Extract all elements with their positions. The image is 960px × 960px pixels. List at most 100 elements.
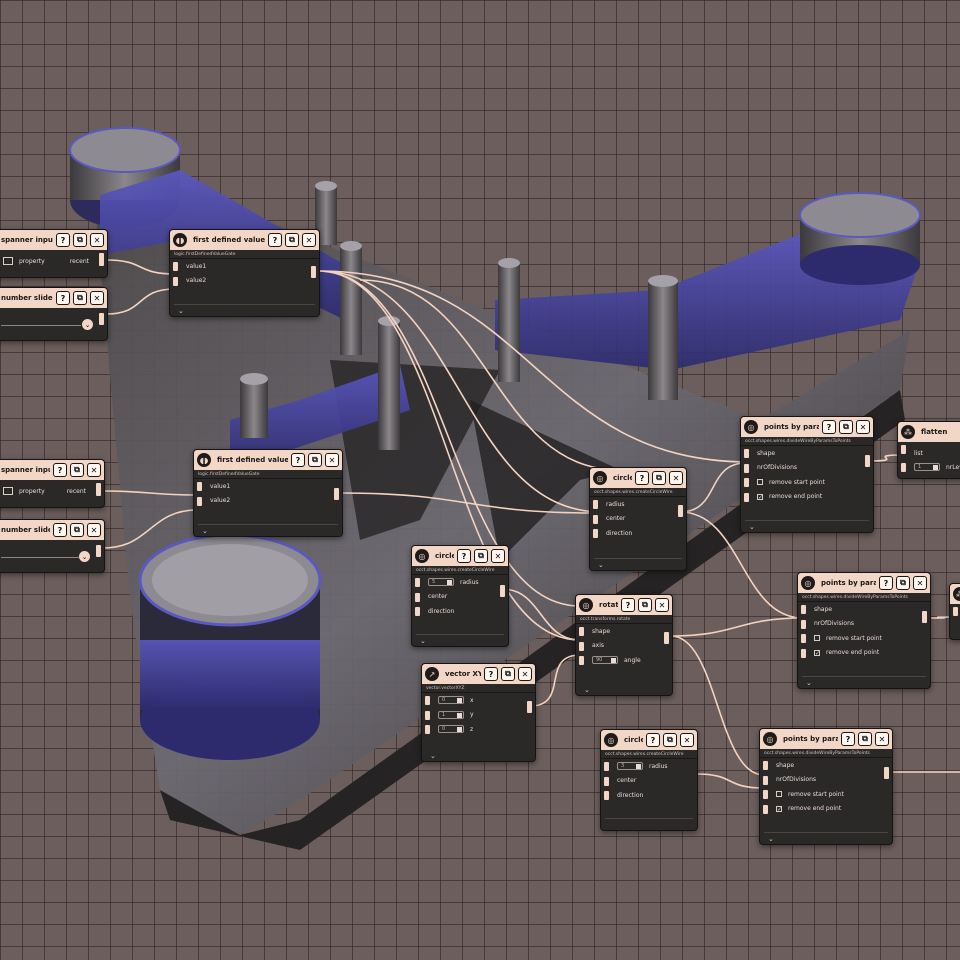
input-port[interactable] xyxy=(763,790,768,799)
duplicate-button[interactable]: ⧉ xyxy=(70,523,84,537)
help-button[interactable]: ? xyxy=(841,732,855,746)
input-port[interactable] xyxy=(593,529,598,538)
close-button[interactable]: ✕ xyxy=(655,598,669,612)
input-port[interactable] xyxy=(415,592,420,602)
input-port[interactable] xyxy=(801,634,806,643)
help-button[interactable]: ? xyxy=(484,667,498,681)
input-port[interactable] xyxy=(425,725,430,734)
output-port[interactable] xyxy=(865,455,870,467)
input-port[interactable] xyxy=(425,696,430,705)
expand-button[interactable]: ⌄ xyxy=(430,752,436,760)
input-port[interactable] xyxy=(425,710,430,720)
duplicate-button[interactable]: ⧉ xyxy=(858,732,872,746)
input-port[interactable] xyxy=(197,496,202,506)
help-button[interactable]: ? xyxy=(879,576,893,590)
duplicate-button[interactable]: ⧉ xyxy=(308,453,322,467)
spanner-input-node-2[interactable]: spanner input value ? ⧉ ✕ property recen… xyxy=(0,459,105,508)
duplicate-button[interactable]: ⧉ xyxy=(501,667,515,681)
input-port[interactable] xyxy=(801,605,806,614)
input-port[interactable] xyxy=(763,775,768,785)
close-button[interactable]: ✕ xyxy=(87,463,101,477)
input-port[interactable] xyxy=(173,276,178,286)
duplicate-button[interactable]: ⧉ xyxy=(73,233,87,247)
input-port[interactable] xyxy=(604,791,609,800)
output-port[interactable] xyxy=(527,701,532,713)
remove-start-checkbox[interactable] xyxy=(757,479,763,486)
help-button[interactable]: ? xyxy=(53,463,67,477)
output-port[interactable] xyxy=(664,632,669,644)
input-port[interactable] xyxy=(415,578,420,587)
expand-button[interactable]: ⌄ xyxy=(749,523,755,531)
angle-input[interactable]: 90 xyxy=(592,656,618,665)
expand-button[interactable]: ⌄ xyxy=(420,637,426,645)
property-checkbox[interactable] xyxy=(3,487,13,495)
help-button[interactable]: ? xyxy=(268,233,282,247)
canvas-workspace[interactable]: spanner input value ? ⧉ ✕ property recen… xyxy=(0,0,960,960)
help-button[interactable]: ? xyxy=(56,291,70,305)
input-port[interactable] xyxy=(579,656,584,665)
duplicate-button[interactable]: ⧉ xyxy=(896,576,910,590)
circle-node-2[interactable]: ◎ circle ? ⧉ ✕ occt.shapes.wires.createC… xyxy=(411,545,509,647)
close-button[interactable]: ✕ xyxy=(302,233,316,247)
expand-button[interactable]: ⌄ xyxy=(202,527,208,535)
help-button[interactable]: ? xyxy=(291,453,305,467)
input-port[interactable] xyxy=(953,607,958,616)
output-port[interactable] xyxy=(884,767,889,779)
output-port[interactable] xyxy=(96,545,101,557)
close-button[interactable]: ✕ xyxy=(90,233,104,247)
points-by-params-node-1[interactable]: ◎ points by params ? ⧉ ✕ occt.shapes.wir… xyxy=(740,416,874,533)
remove-end-checkbox[interactable]: ✓ xyxy=(776,805,782,812)
remove-start-checkbox[interactable] xyxy=(776,791,782,798)
close-button[interactable]: ✕ xyxy=(90,291,104,305)
help-button[interactable]: ? xyxy=(635,471,649,485)
output-port[interactable] xyxy=(334,488,339,500)
property-checkbox[interactable] xyxy=(3,257,13,265)
x-input[interactable]: 0 xyxy=(438,696,464,705)
close-button[interactable]: ✕ xyxy=(87,523,101,537)
flatten-node[interactable]: ⁂ flatten ? list 1nrLevels xyxy=(897,421,960,479)
first-defined-value-gate-node-2[interactable]: ◖◗ first defined value gate ? ⧉ ✕ logic.… xyxy=(193,449,343,537)
input-port[interactable] xyxy=(593,500,598,509)
remove-end-checkbox[interactable]: ✓ xyxy=(814,649,820,656)
help-button[interactable]: ? xyxy=(822,420,836,434)
close-button[interactable]: ✕ xyxy=(680,733,694,747)
duplicate-button[interactable]: ⧉ xyxy=(663,733,677,747)
output-port[interactable] xyxy=(922,611,927,623)
duplicate-button[interactable]: ⧉ xyxy=(285,233,299,247)
output-port[interactable] xyxy=(99,253,104,266)
number-slider-node-2[interactable]: number slider ? ⧉ ✕ ⌄ xyxy=(0,519,105,573)
remove-start-checkbox[interactable] xyxy=(814,635,820,642)
radius-input[interactable]: 5 xyxy=(428,578,454,587)
number-slider-node-1[interactable]: number slider ? ⧉ ✕ ⌄ xyxy=(0,287,108,341)
remove-end-checkbox[interactable]: ✓ xyxy=(757,493,763,500)
help-button[interactable]: ? xyxy=(646,733,660,747)
duplicate-button[interactable]: ⧉ xyxy=(70,463,84,477)
points-by-params-node-2[interactable]: ◎ points by params ? ⧉ ✕ occt.shapes.wir… xyxy=(797,572,931,689)
output-port[interactable] xyxy=(500,585,505,597)
circle-node-3[interactable]: ◎ circle ? ⧉ ✕ occt.shapes.wires.createC… xyxy=(600,729,698,831)
input-port[interactable] xyxy=(593,514,598,524)
slider-track[interactable] xyxy=(1,557,79,558)
help-button[interactable]: ? xyxy=(53,523,67,537)
levels-input[interactable]: 1 xyxy=(914,463,940,471)
radius-input[interactable]: 3 xyxy=(617,762,643,771)
duplicate-button[interactable]: ⧉ xyxy=(652,471,666,485)
close-button[interactable]: ✕ xyxy=(491,549,505,563)
duplicate-button[interactable]: ⧉ xyxy=(474,549,488,563)
vector-xyz-node[interactable]: ↗ vector XYZ ? ⧉ ✕ vector.vectorXYZ 0 x 1… xyxy=(421,663,536,762)
help-button[interactable]: ? xyxy=(457,549,471,563)
duplicate-button[interactable]: ⧉ xyxy=(73,291,87,305)
input-port[interactable] xyxy=(763,761,768,770)
help-button[interactable]: ? xyxy=(621,598,635,612)
close-button[interactable]: ✕ xyxy=(913,576,927,590)
y-input[interactable]: 1 xyxy=(438,710,464,719)
expand-button[interactable]: ⌄ xyxy=(79,551,90,562)
input-port[interactable] xyxy=(744,492,749,502)
rotate-node[interactable]: ◎ rotate ? ⧉ ✕ occt.transforms.rotate sh… xyxy=(575,594,673,696)
output-port[interactable] xyxy=(311,266,316,278)
points-by-params-node-3[interactable]: ◎ points by params ? ⧉ ✕ occt.shapes.wir… xyxy=(759,728,893,845)
input-port[interactable] xyxy=(901,463,906,472)
input-port[interactable] xyxy=(744,478,749,487)
output-port[interactable] xyxy=(96,483,101,496)
input-port[interactable] xyxy=(604,776,609,786)
